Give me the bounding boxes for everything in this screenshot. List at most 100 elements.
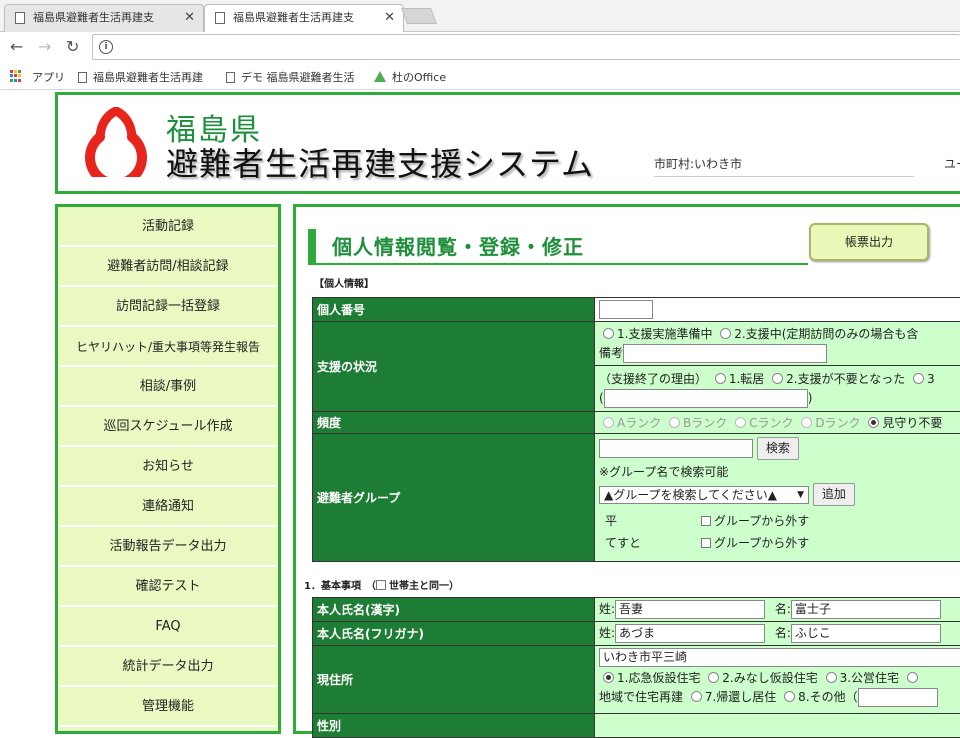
- user-label: ユー: [944, 155, 960, 172]
- group-member-row: てすと グループから外す: [599, 534, 960, 552]
- row-value: 姓:吾妻 名:富士子: [595, 598, 960, 622]
- sidebar-item-schedule[interactable]: 巡回スケジュール作成: [58, 407, 278, 447]
- end-reason-radio-1[interactable]: [715, 373, 726, 384]
- sidebar-item-statistics[interactable]: 統計データ出力: [58, 647, 278, 687]
- group-search-button[interactable]: 検索: [757, 437, 799, 460]
- page-title: 個人情報閲覧・登録・修正: [308, 229, 808, 265]
- sidebar-item-incident-report[interactable]: ヒヤリハット/重大事項等発生報告: [58, 327, 278, 367]
- no-monitoring-radio[interactable]: [868, 417, 879, 428]
- end-reason-other-input[interactable]: [604, 389, 808, 408]
- remarks-input[interactable]: [623, 344, 827, 363]
- section-basic-label: 1．基本事項 （世帯主と同一）: [304, 577, 459, 592]
- support-status-radio-1[interactable]: [603, 328, 614, 339]
- row-value: いわき市平三崎 1.応急仮設住宅 2.みなし仮設住宅 3.公営住宅 地域で住宅再…: [595, 646, 960, 714]
- sidebar-item-activity[interactable]: 活動記録: [58, 207, 278, 247]
- group-search-note: ※グループ名で検索可能: [599, 463, 960, 480]
- close-tab-icon[interactable]: ✕: [184, 5, 195, 31]
- rank-c-radio[interactable]: [735, 417, 746, 428]
- close-tab-icon[interactable]: ✕: [384, 5, 395, 31]
- row-label: 支援の状況: [313, 322, 595, 412]
- row-value: 1.支援実施準備中 2.支援中(定期訪問のみの場合も含 備考: [595, 322, 960, 366]
- back-arrow-icon[interactable]: ←: [10, 37, 23, 56]
- document-icon: [78, 72, 87, 83]
- main-panel: 個人情報閲覧・登録・修正 帳票出力 【個人情報】 個人番号 支援の状況 1.支援…: [293, 204, 960, 734]
- sidebar-item-test[interactable]: 確認テスト: [58, 567, 278, 607]
- same-as-head-checkbox[interactable]: [376, 580, 386, 590]
- row-label: 性別: [313, 714, 595, 738]
- sidebar-item-cases[interactable]: 相談/事例: [58, 367, 278, 407]
- browser-tab-2[interactable]: 福島県避難者生活再建支 ✕: [204, 4, 404, 32]
- given-name-kanji-input[interactable]: 富士子: [791, 600, 941, 619]
- basic-info-table: 本人氏名(漢字) 姓:吾妻 名:富士子 本人氏名(フリガナ) 姓:あづま 名:ふ…: [312, 597, 960, 738]
- bookmark-item[interactable]: 杜のOffice: [374, 69, 446, 85]
- fukushima-logo-icon: [80, 107, 152, 177]
- row-label: 現住所: [313, 646, 595, 714]
- sidebar-item-news[interactable]: お知らせ: [58, 447, 278, 487]
- row-label: 避難者グループ: [313, 434, 595, 562]
- rank-b-radio[interactable]: [669, 417, 680, 428]
- city-label: 市町村:いわき市: [654, 155, 914, 177]
- group-select[interactable]: ▲グループを検索してください▲▼: [599, 486, 809, 504]
- support-status-radio-2[interactable]: [720, 328, 731, 339]
- bookmarks-bar: アプリ 福島県避難者生活再建 デモ 福島県避難者生活 杜のOffice: [0, 62, 960, 90]
- dropdown-arrow-icon: ▼: [797, 487, 804, 503]
- tab-title: 福島県避難者生活再建支: [233, 5, 373, 31]
- document-icon: [215, 12, 225, 24]
- given-name-kana-input[interactable]: ふじこ: [791, 624, 941, 643]
- address-bar[interactable]: i: [92, 34, 960, 60]
- sidebar-item-visit-consult[interactable]: 避難者訪問/相談記録: [58, 247, 278, 287]
- row-value: [595, 298, 960, 322]
- bookmark-apps[interactable]: アプリ: [32, 69, 65, 85]
- print-report-button[interactable]: 帳票出力: [809, 223, 929, 261]
- tree-icon: [374, 71, 386, 82]
- row-value: Aランク Bランク Cランク Dランク 見守り不要: [595, 412, 960, 434]
- browser-tab-bar: 福島県避難者生活再建支 ✕ 福島県避難者生活再建支 ✕: [0, 0, 960, 32]
- surname-kana-input[interactable]: あづま: [615, 624, 765, 643]
- info-icon[interactable]: i: [99, 40, 113, 54]
- housing-other-input[interactable]: [858, 688, 938, 707]
- group-search-input[interactable]: [599, 439, 753, 458]
- new-tab-button[interactable]: [401, 8, 437, 24]
- housing-radio-2[interactable]: [708, 672, 719, 683]
- row-label: 本人氏名(漢字): [313, 598, 595, 622]
- row-label: 個人番号: [313, 298, 595, 322]
- site-header: 福島県 避難者生活再建支援システム 市町村:いわき市 ユー: [55, 92, 960, 194]
- sidebar-item-notices[interactable]: 連絡通知: [58, 487, 278, 527]
- row-value: 検索 ※グループ名で検索可能 ▲グループを検索してください▲▼ 追加 平 グルー…: [595, 434, 960, 562]
- reload-icon[interactable]: ↻: [66, 37, 79, 56]
- browser-tab-1[interactable]: 福島県避難者生活再建支 ✕: [4, 4, 204, 32]
- personal-number-input[interactable]: [599, 300, 653, 319]
- housing-radio-3[interactable]: [826, 672, 837, 683]
- row-label: 頻度: [313, 412, 595, 434]
- sidebar-menu: 活動記録 避難者訪問/相談記録 訪問記録一括登録 ヒヤリハット/重大事項等発生報…: [55, 204, 281, 734]
- bookmark-item[interactable]: デモ 福島県避難者生活: [226, 69, 360, 85]
- housing-radio-1[interactable]: [603, 672, 614, 683]
- remarks-label: 備考: [599, 346, 623, 360]
- remove-from-group[interactable]: グループから外す: [701, 512, 809, 529]
- housing-radio-8[interactable]: [784, 691, 795, 702]
- sidebar-item-admin[interactable]: 管理機能: [58, 687, 278, 727]
- sidebar-item-faq[interactable]: FAQ: [58, 607, 278, 647]
- row-value: 姓:あづま 名:ふじこ: [595, 622, 960, 646]
- checkbox[interactable]: [701, 538, 711, 548]
- remove-from-group[interactable]: グループから外す: [701, 534, 809, 551]
- apps-grid-icon[interactable]: [10, 70, 22, 82]
- rank-d-radio[interactable]: [801, 417, 812, 428]
- tab-title: 福島県避難者生活再建支: [33, 5, 173, 31]
- sidebar-item-bulk-visit[interactable]: 訪問記録一括登録: [58, 287, 278, 327]
- bookmark-item[interactable]: 福島県避難者生活再建: [78, 69, 212, 85]
- surname-kanji-input[interactable]: 吾妻: [615, 600, 765, 619]
- address-input[interactable]: いわき市平三崎: [599, 648, 960, 667]
- forward-arrow-icon[interactable]: →: [38, 37, 51, 56]
- rank-a-radio[interactable]: [603, 417, 614, 428]
- sidebar-item-report-export[interactable]: 活動報告データ出力: [58, 527, 278, 567]
- end-reason-radio-3[interactable]: [913, 373, 924, 384]
- housing-radio-4[interactable]: [907, 672, 918, 683]
- housing-radio-7[interactable]: [691, 691, 702, 702]
- checkbox[interactable]: [701, 516, 711, 526]
- end-reason-radio-2[interactable]: [772, 373, 783, 384]
- document-icon: [226, 72, 235, 83]
- group-member-row: 平 グループから外す: [599, 512, 960, 530]
- group-add-button[interactable]: 追加: [813, 483, 855, 506]
- document-icon: [15, 12, 25, 24]
